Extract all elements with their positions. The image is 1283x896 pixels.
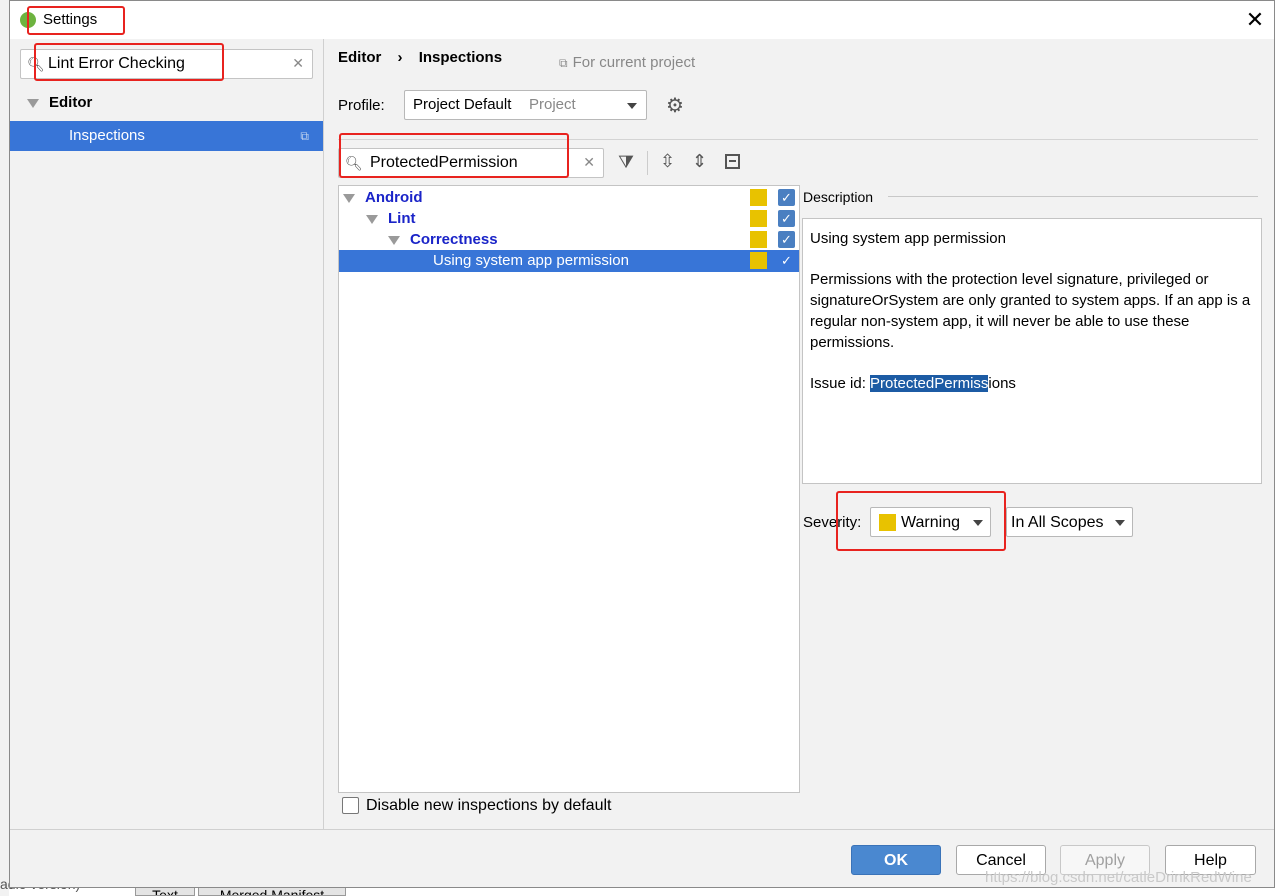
description-title: Using system app permission	[810, 230, 1006, 247]
close-icon[interactable]: ✕	[1242, 7, 1268, 33]
project-scope-icon: ⧉	[300, 129, 309, 143]
profile-value: Project Default	[413, 96, 512, 113]
tree-label: Android	[365, 189, 423, 206]
disable-new-label: Disable new inspections by default	[366, 797, 612, 814]
clear-icon[interactable]: ✕	[583, 154, 595, 171]
expand-triangle-icon	[27, 98, 39, 108]
highlight-title	[27, 6, 125, 35]
severity-swatch	[750, 189, 767, 206]
chevron-down-icon	[627, 103, 637, 109]
severity-swatch	[750, 231, 767, 248]
severity-swatch	[750, 252, 767, 269]
filter-icon[interactable]: ⧩	[618, 152, 634, 173]
sidebar-item-inspections[interactable]: Inspections ⧉	[10, 121, 323, 151]
expand-all-icon[interactable]: ⇳	[660, 151, 675, 172]
settings-dialog: Settings ✕ 🔍︎ Lint Error Checking ✕ Edit…	[9, 0, 1275, 888]
enable-checkbox[interactable]: ✓	[778, 231, 795, 248]
sidebar-item-editor[interactable]: Editor	[10, 91, 323, 115]
highlight-search	[34, 43, 224, 81]
breadcrumb: Editor › Inspections	[338, 49, 502, 66]
footer-divider	[10, 829, 1274, 830]
watermark: https://blog.csdn.net/catleDrinkRedWine	[985, 869, 1252, 886]
scope-value: In All Scopes	[1011, 514, 1104, 531]
description-header-line	[888, 196, 1258, 197]
expand-triangle-icon	[343, 193, 355, 203]
enable-checkbox[interactable]: ✓	[778, 210, 795, 227]
inspection-tree: Android ✓ Lint ✓ Correctness ✓ Using sys…	[338, 185, 800, 793]
description-header: Description	[803, 189, 874, 205]
sidebar: 🔍︎ Lint Error Checking ✕ Editor Inspecti…	[10, 39, 324, 829]
issue-id-highlight: ProtectedPermiss	[870, 375, 989, 392]
disable-new-checkbox[interactable]	[342, 797, 359, 814]
severity-swatch	[750, 210, 767, 227]
enable-checkbox[interactable]: ✓	[778, 189, 795, 206]
ok-button[interactable]: OK	[851, 845, 941, 875]
tree-label: Correctness	[410, 231, 498, 248]
scope-note: ⧉ For current project	[559, 54, 696, 71]
sidebar-item-label: Editor	[49, 94, 93, 111]
description-body: Permissions with the protection level si…	[810, 271, 1251, 351]
divider-icon	[647, 151, 648, 175]
breadcrumb-separator: ›	[397, 49, 403, 66]
tree-label: Using system app permission	[433, 252, 629, 269]
expand-triangle-icon	[388, 235, 400, 245]
chevron-down-icon	[1115, 520, 1125, 526]
ide-background	[0, 0, 9, 896]
tree-row-correctness[interactable]: Correctness ✓	[339, 228, 799, 252]
highlight-filter	[339, 133, 569, 178]
highlight-severity	[836, 491, 1006, 551]
sidebar-item-label: Inspections	[69, 127, 145, 144]
tree-row-inspection[interactable]: Using system app permission ✓	[339, 250, 799, 272]
scope-dropdown[interactable]: In All Scopes	[1006, 507, 1133, 537]
copy-icon: ⧉	[559, 56, 568, 70]
profile-label: Profile:	[338, 97, 385, 114]
reset-icon[interactable]	[725, 154, 740, 169]
enable-checkbox[interactable]: ✓	[778, 252, 795, 269]
profile-value-suffix: Project	[529, 96, 576, 113]
profile-dropdown[interactable]: Project Default Project	[404, 90, 647, 120]
gear-icon[interactable]: ⚙	[666, 93, 684, 118]
issue-id: Issue id: ProtectedPermissions	[810, 375, 1016, 392]
expand-triangle-icon	[366, 214, 378, 224]
breadcrumb-editor: Editor	[338, 49, 382, 66]
title-bar: Settings ✕	[10, 1, 1274, 39]
collapse-all-icon[interactable]: ⇕	[692, 151, 707, 172]
clear-icon[interactable]: ✕	[292, 55, 304, 72]
tree-label: Lint	[388, 210, 416, 227]
description-panel: Using system app permission Permissions …	[802, 218, 1262, 484]
breadcrumb-inspections: Inspections	[418, 49, 503, 66]
